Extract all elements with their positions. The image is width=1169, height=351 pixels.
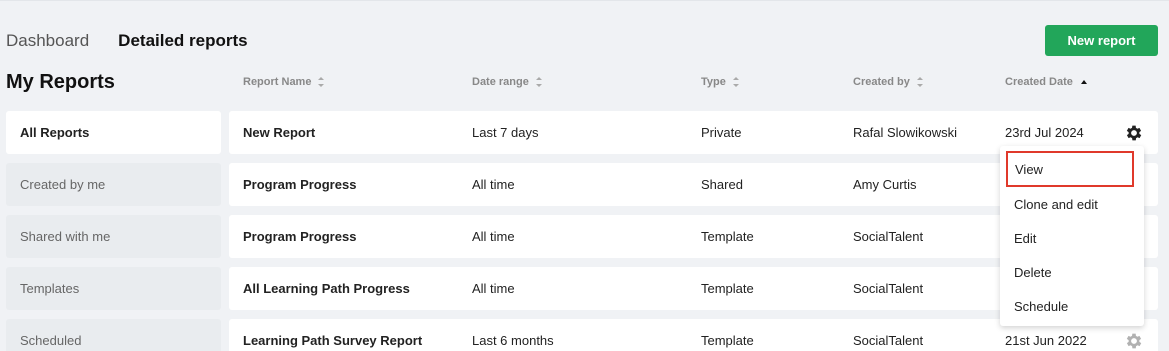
created-by-cell: Amy Curtis <box>853 177 917 192</box>
created-by-cell: SocialTalent <box>853 281 924 296</box>
date-range-cell: Last 7 days <box>472 125 539 140</box>
gear-icon[interactable] <box>1124 331 1144 351</box>
sidebar-item-scheduled[interactable]: Scheduled <box>6 319 221 351</box>
report-tabs: Dashboard Detailed reports <box>6 31 248 51</box>
report-name-cell: All Learning Path Progress <box>243 281 410 296</box>
menu-item-view[interactable]: View <box>1006 151 1134 187</box>
date-range-cell: All time <box>472 281 515 296</box>
created-by-cell: SocialTalent <box>853 333 924 348</box>
sidebar-item-templates[interactable]: Templates <box>6 267 221 310</box>
type-cell: Template <box>701 281 754 296</box>
sidebar-item-label: Templates <box>20 281 80 296</box>
new-report-button[interactable]: New report <box>1045 25 1158 56</box>
report-name-cell: Program Progress <box>243 177 357 192</box>
type-cell: Shared <box>701 177 743 192</box>
report-name-cell: Learning Path Survey Report <box>243 333 423 348</box>
sidebar-item-all-reports[interactable]: All Reports <box>6 111 221 154</box>
column-header-label: Created by <box>853 76 910 88</box>
column-header-date-range[interactable]: Date range <box>472 76 543 88</box>
report-actions-menu: View Clone and edit Edit Delete Schedule <box>1000 146 1144 326</box>
sort-ascending-icon[interactable] <box>1080 80 1087 84</box>
column-header-report-name[interactable]: Report Name <box>243 76 325 88</box>
sidebar-item-label: Scheduled <box>20 333 82 348</box>
report-name-cell: New Report <box>243 125 316 140</box>
column-header-label: Date range <box>472 76 529 88</box>
column-header-label: Type <box>701 76 726 88</box>
tab-detailed-reports[interactable]: Detailed reports <box>118 31 247 51</box>
page-title: My Reports <box>6 71 115 93</box>
created-by-cell: Rafal Slowikowski <box>853 125 958 140</box>
column-header-created-by[interactable]: Created by <box>853 76 924 88</box>
sort-icon[interactable] <box>732 77 740 87</box>
date-range-cell: All time <box>472 177 515 192</box>
report-name-cell: Program Progress <box>243 229 357 244</box>
menu-item-clone-and-edit[interactable]: Clone and edit <box>1000 187 1144 221</box>
gear-icon[interactable] <box>1124 123 1144 143</box>
sidebar-item-shared-with-me[interactable]: Shared with me <box>6 215 221 258</box>
column-header-label: Report Name <box>243 76 312 88</box>
sort-icon[interactable] <box>916 77 924 87</box>
sidebar-item-label: Created by me <box>20 177 106 192</box>
type-cell: Private <box>701 125 742 140</box>
date-range-cell: All time <box>472 229 515 244</box>
column-header-created-date[interactable]: Created Date <box>1005 76 1087 88</box>
menu-item-edit[interactable]: Edit <box>1000 221 1144 255</box>
sort-icon[interactable] <box>535 77 543 87</box>
column-header-type[interactable]: Type <box>701 76 740 88</box>
menu-item-schedule[interactable]: Schedule <box>1000 289 1144 323</box>
type-cell: Template <box>701 229 754 244</box>
top-divider <box>0 0 1169 1</box>
sidebar-item-created-by-me[interactable]: Created by me <box>6 163 221 206</box>
sidebar-item-label: Shared with me <box>20 229 111 244</box>
sidebar-item-label: All Reports <box>20 125 90 140</box>
date-range-cell: Last 6 months <box>472 333 554 348</box>
menu-item-delete[interactable]: Delete <box>1000 255 1144 289</box>
column-header-label: Created Date <box>1005 76 1073 88</box>
sort-icon[interactable] <box>318 77 325 87</box>
tab-dashboard[interactable]: Dashboard <box>6 31 89 51</box>
created-by-cell: SocialTalent <box>853 229 924 244</box>
type-cell: Template <box>701 333 754 348</box>
